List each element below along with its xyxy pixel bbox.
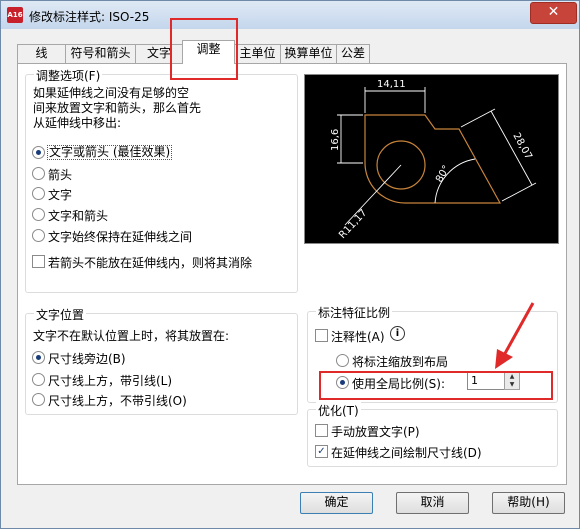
radio-arrows[interactable] <box>32 167 45 180</box>
checkbox-draw-dim-line[interactable]: ✓ <box>315 445 328 458</box>
label-draw-dim-line[interactable]: 在延伸线之间绘制尺寸线(D) <box>331 444 482 461</box>
close-button[interactable]: ✕ <box>530 2 577 24</box>
checkbox-manual-place-text[interactable] <box>315 424 328 437</box>
radio-always-keep-text[interactable] <box>32 229 45 242</box>
label-arrows[interactable]: 箭头 <box>48 166 72 183</box>
radio-over-with-leader[interactable] <box>32 373 45 386</box>
fit-options-title: 调整选项(F) <box>34 67 103 84</box>
label-suppress-arrows[interactable]: 若箭头不能放在延伸线内，则将其消除 <box>48 254 252 271</box>
preview-dim-radius: R11,17 <box>337 208 369 242</box>
dialog-title: 修改标注样式: ISO-25 <box>29 10 150 24</box>
info-icon[interactable]: i <box>390 326 405 341</box>
tab-primary-units[interactable]: 主单位 <box>234 44 281 63</box>
scale-features-title: 标注特征比例 <box>316 304 393 321</box>
radio-over-without-leader[interactable] <box>32 393 45 406</box>
preview-dim-right: 28,07 <box>510 131 534 161</box>
preview-dim-angle: 80° <box>434 164 452 185</box>
help-button[interactable]: 帮助(H) <box>492 492 565 514</box>
label-manual-place-text[interactable]: 手动放置文字(P) <box>331 423 420 440</box>
cancel-button[interactable]: 取消 <box>396 492 469 514</box>
checkbox-suppress-arrows[interactable] <box>32 255 45 268</box>
radio-text-or-arrows[interactable] <box>32 146 45 159</box>
dimension-preview: 14,11 16,6 28,07 80° R11,17 <box>304 74 559 244</box>
label-scale-to-layout[interactable]: 将标注缩放到布局 <box>352 353 448 370</box>
dialog-window: A16 修改标注样式: ISO-25 ✕ 线 符号和箭头 文字 调整 主单位 换… <box>0 0 580 529</box>
text-placement-title: 文字位置 <box>34 306 87 323</box>
fine-tuning-title: 优化(T) <box>316 402 361 419</box>
text-placement-description: 文字不在默认位置上时，将其放置在: <box>33 329 230 343</box>
preview-dim-top: 14,11 <box>377 79 406 90</box>
preview-part-outline <box>364 114 502 204</box>
tab-fit[interactable]: 调整 <box>182 40 235 64</box>
preview-drawing: 14,11 16,6 28,07 80° R11,17 <box>330 79 537 242</box>
tab-alternate-units[interactable]: 换算单位 <box>280 44 337 63</box>
checkbox-annotative[interactable] <box>315 329 328 342</box>
preview-dim-left: 16,6 <box>330 129 341 151</box>
radio-text[interactable] <box>32 187 45 200</box>
app-icon: A16 <box>7 7 23 23</box>
tab-symbols-arrows[interactable]: 符号和箭头 <box>65 44 136 63</box>
label-both-text-arrows[interactable]: 文字和箭头 <box>48 207 108 224</box>
label-always-keep-text[interactable]: 文字始终保持在延伸线之间 <box>48 228 192 245</box>
label-text[interactable]: 文字 <box>48 186 72 203</box>
label-over-without-leader[interactable]: 尺寸线上方，不带引线(O) <box>48 392 187 409</box>
tab-lines[interactable]: 线 <box>17 44 66 63</box>
fit-description-line-3: 从延伸线中移出: <box>33 116 122 130</box>
title-bar: A16 修改标注样式: ISO-25 ✕ <box>1 1 579 29</box>
ok-button[interactable]: 确定 <box>300 492 373 514</box>
radio-scale-to-layout[interactable] <box>336 354 349 367</box>
radio-beside-dim-line[interactable] <box>32 351 45 364</box>
annotation-arrow-icon <box>495 302 535 369</box>
radio-both-text-arrows[interactable] <box>32 208 45 221</box>
label-text-or-arrows[interactable]: 文字或箭头 (最佳效果) <box>47 145 173 160</box>
label-over-with-leader[interactable]: 尺寸线上方，带引线(L) <box>48 372 172 389</box>
label-beside-dim-line[interactable]: 尺寸线旁边(B) <box>48 350 126 367</box>
tab-tolerances[interactable]: 公差 <box>336 44 370 63</box>
label-annotative[interactable]: 注释性(A) <box>331 328 385 345</box>
